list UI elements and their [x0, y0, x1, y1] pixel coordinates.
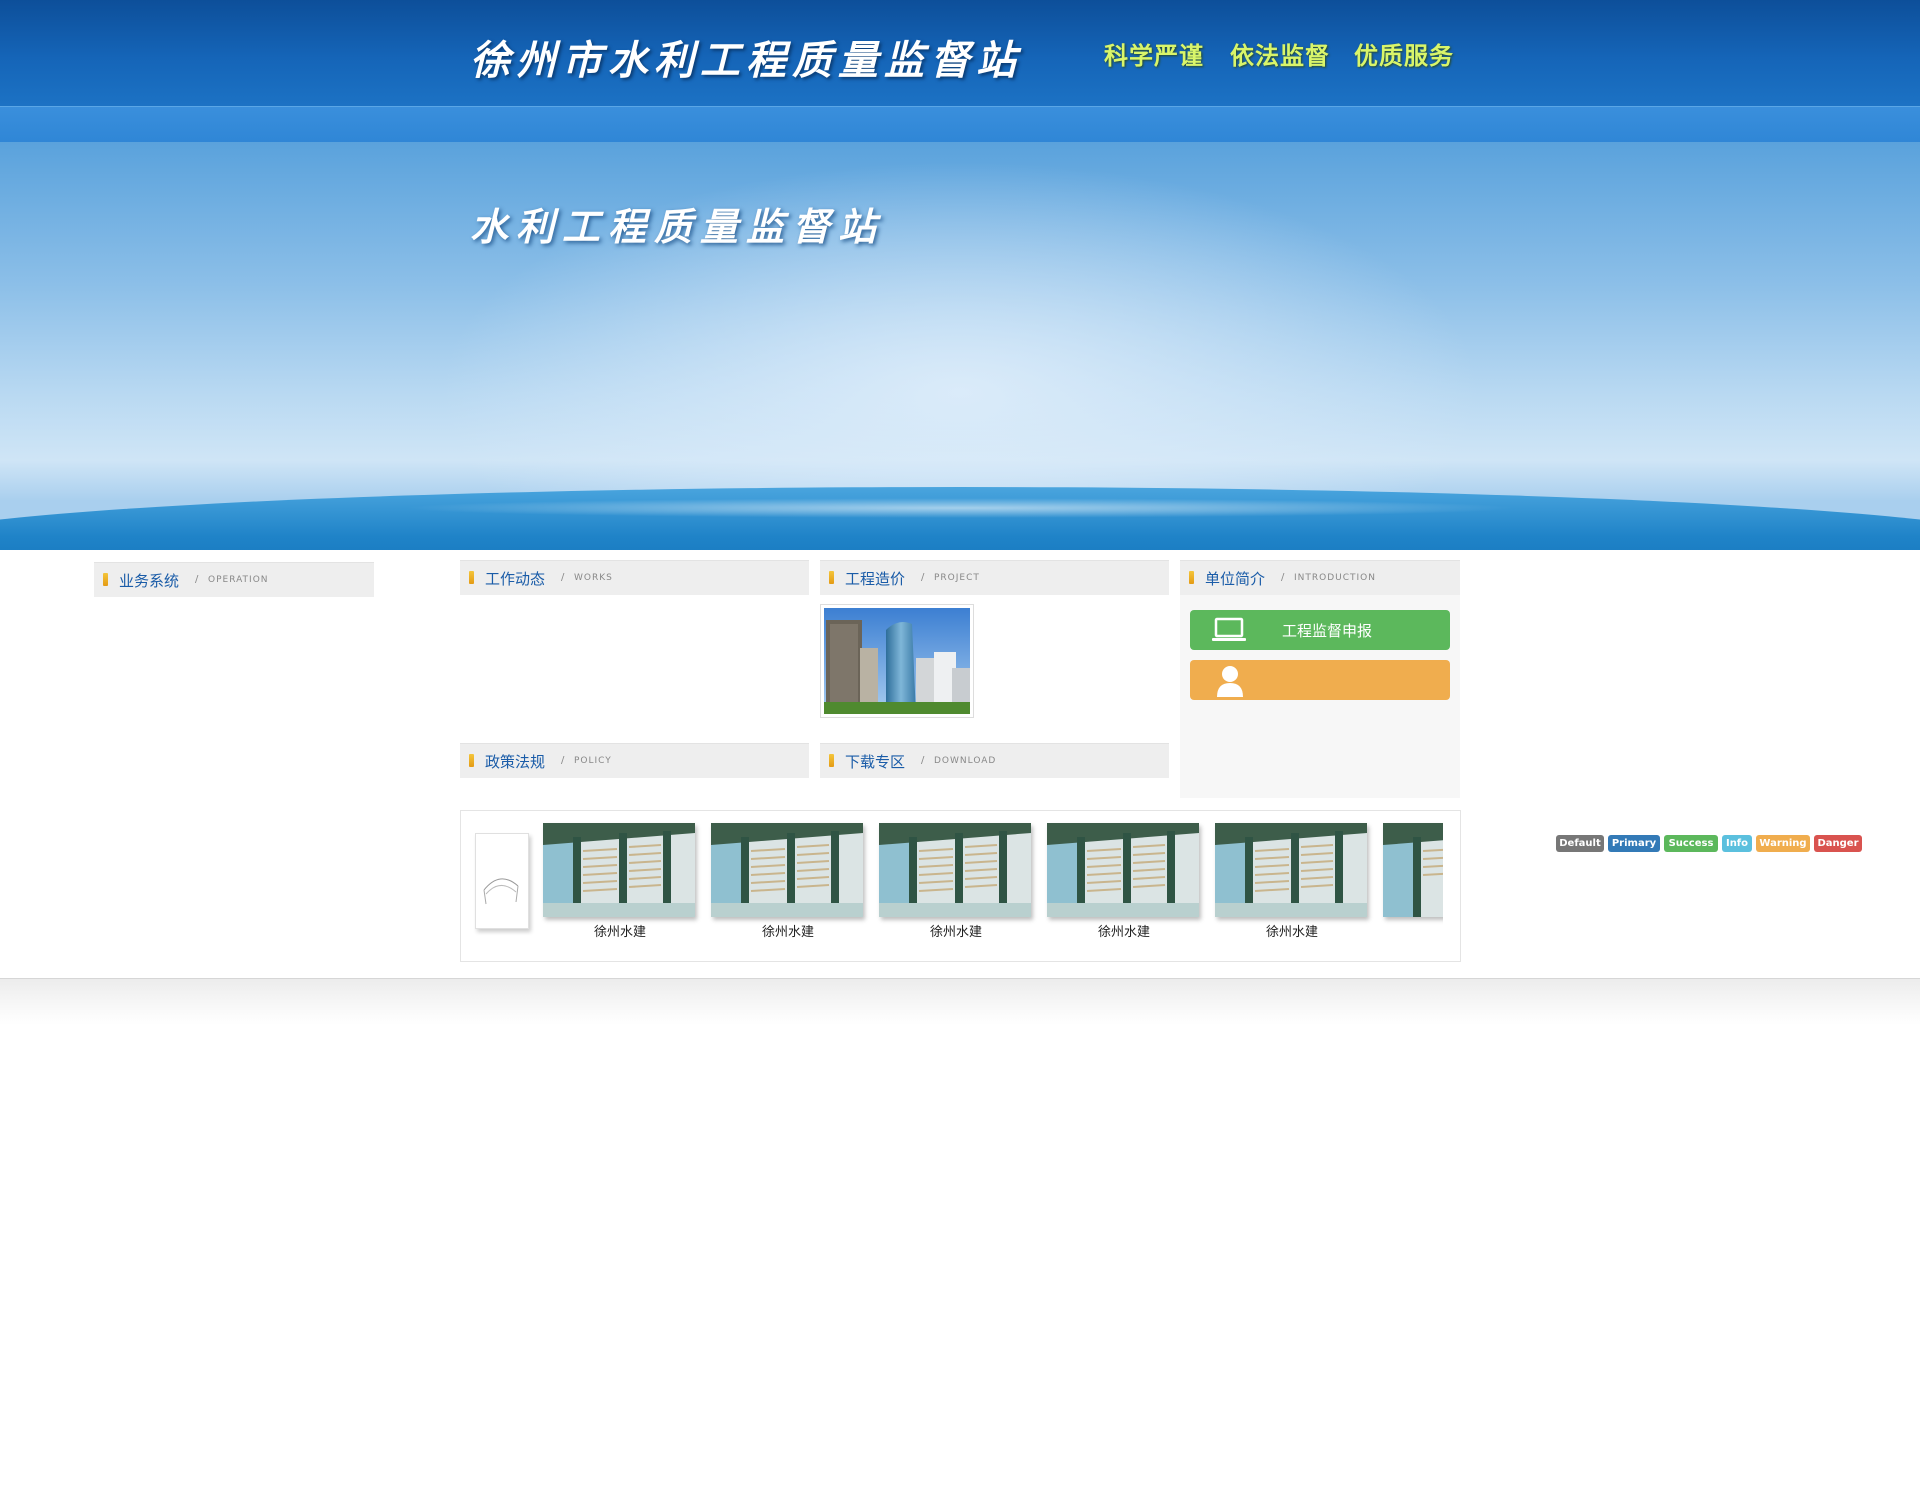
label-primary: Primary	[1608, 835, 1660, 852]
panel-marker-icon	[469, 754, 474, 767]
sea-surface	[0, 487, 1920, 550]
gallery-caption: 徐州水建	[1265, 925, 1318, 940]
slogan-1: 科学严谨	[1104, 42, 1204, 70]
panel-title-operation[interactable]: 业务系统	[119, 570, 179, 591]
gallery-caption: 徐州水建	[929, 925, 982, 940]
panel-marker-icon	[103, 573, 108, 586]
footer-band	[0, 978, 1920, 1025]
panel-title-download[interactable]: 下载专区	[845, 751, 905, 772]
window-photo	[1215, 823, 1367, 917]
panel-sep: /	[921, 572, 925, 583]
panel-download: 下载专区 / DOWNLOAD	[820, 743, 1169, 778]
panel-sep: /	[561, 572, 565, 583]
gallery-item[interactable]: 徐州水建	[543, 821, 697, 940]
panel-title-project[interactable]: 工程造价	[845, 568, 905, 589]
panel-marker-icon	[469, 571, 474, 584]
gallery-caption: 徐州水建	[761, 925, 814, 940]
banner-title: 水利工程质量监督站	[470, 204, 885, 249]
gallery-item[interactable]: 徐州水建	[1047, 821, 1201, 940]
user-icon	[1217, 666, 1243, 697]
panel-title-works[interactable]: 工作动态	[485, 568, 545, 589]
panel-introduction: 单位简介 / INTRODUCTION	[1180, 560, 1460, 595]
window-photo	[1383, 823, 1443, 917]
gallery-carousel: 徐州水建 徐州水建 徐州水建 徐州水建 徐州水建	[460, 810, 1461, 962]
site-title: 徐州市水利工程质量监督站	[470, 37, 1022, 84]
window-photo	[879, 823, 1031, 917]
document-thumbnail[interactable]	[475, 833, 529, 929]
report-button-label: 工程监督申报	[1282, 622, 1373, 640]
gallery-caption: 徐州水建	[593, 925, 646, 940]
panel-operation: 业务系统 / OPERATION	[94, 562, 374, 597]
label-danger: Danger	[1814, 835, 1862, 852]
window-photo	[711, 823, 863, 917]
label-info: Info	[1722, 835, 1752, 852]
panel-policy: 政策法规 / POLICY	[460, 743, 809, 778]
gallery-item[interactable]: 徐州水建	[879, 821, 1033, 940]
nav-band	[0, 106, 1920, 143]
user-button[interactable]	[1190, 660, 1450, 700]
panel-sep: /	[195, 574, 199, 585]
panel-marker-icon	[829, 754, 834, 767]
panel-en-policy: POLICY	[574, 756, 612, 766]
panel-works: 工作动态 / WORKS	[460, 560, 809, 595]
panel-sep: /	[921, 755, 925, 766]
panel-sep: /	[561, 755, 565, 766]
panel-en-download: DOWNLOAD	[934, 756, 997, 766]
gallery-viewport: 徐州水建 徐州水建 徐州水建 徐州水建 徐州水建	[471, 821, 1443, 941]
gallery-item[interactable]: 徐州水建	[711, 821, 865, 940]
slogan-3: 优质服务	[1354, 42, 1454, 70]
label-warning: Warning	[1756, 835, 1810, 852]
project-thumbnail[interactable]	[820, 604, 974, 718]
panel-en-operation: OPERATION	[208, 575, 269, 585]
city-buildings-image	[824, 608, 970, 714]
sea-highlight	[400, 498, 1520, 518]
label-success: Success	[1664, 835, 1718, 852]
laptop-icon	[1212, 617, 1246, 641]
gallery-item-partial[interactable]	[1383, 821, 1443, 936]
banner-image	[0, 142, 1920, 550]
panel-en-introduction: INTRODUCTION	[1294, 573, 1376, 583]
panel-project: 工程造价 / PROJECT	[820, 560, 1169, 595]
window-photo	[1047, 823, 1199, 917]
drawing-sketch-icon	[483, 878, 519, 905]
panel-title-introduction[interactable]: 单位简介	[1205, 568, 1265, 589]
slogan-2: 依法监督	[1230, 42, 1330, 70]
panel-title-policy[interactable]: 政策法规	[485, 751, 545, 772]
report-button[interactable]: 工程监督申报	[1190, 610, 1450, 650]
panel-marker-icon	[1189, 571, 1194, 584]
panel-en-works: WORKS	[574, 573, 613, 583]
gallery-item[interactable]: 徐州水建	[1215, 821, 1369, 940]
panel-sep: /	[1281, 572, 1285, 583]
panel-marker-icon	[829, 571, 834, 584]
window-photo	[543, 823, 695, 917]
gallery-caption: 徐州水建	[1097, 925, 1150, 940]
panel-en-project: PROJECT	[934, 573, 980, 583]
label-default: Default	[1556, 835, 1604, 852]
